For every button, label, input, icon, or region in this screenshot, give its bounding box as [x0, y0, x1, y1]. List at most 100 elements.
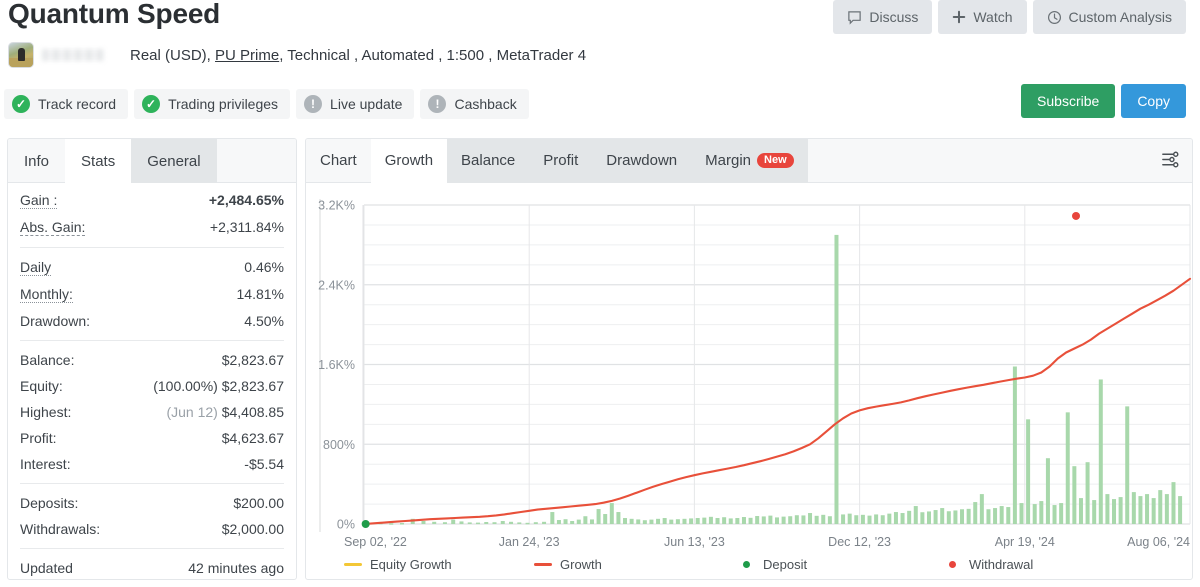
divider — [20, 548, 284, 549]
legend-label: Deposit — [763, 557, 807, 572]
stat-amount: $4,408.85 — [222, 404, 284, 420]
exclamation-circle-icon: ! — [304, 95, 322, 113]
stat-key: Deposits: — [20, 495, 78, 511]
page-header: Quantum Speed Discuss Watch Custom Analy… — [0, 0, 1200, 130]
legend-growth[interactable]: Growth — [534, 557, 738, 572]
svg-text:3.2K%: 3.2K% — [318, 199, 355, 213]
badge-track-record[interactable]: ✓ Track record — [4, 89, 128, 119]
verification-badges: ✓ Track record ✓ Trading privileges ! Li… — [4, 89, 529, 119]
stat-key: Equity: — [20, 378, 63, 394]
chart-settings-button[interactable] — [1154, 145, 1186, 177]
plus-icon — [952, 10, 966, 24]
stat-prefix: (100.00%) — [153, 378, 218, 394]
divider — [20, 340, 284, 341]
badge-label: Track record — [38, 96, 116, 112]
svg-text:1.6K%: 1.6K% — [318, 358, 355, 372]
chart-card: Chart Growth Balance Profit Drawdown Mar… — [305, 138, 1193, 580]
stat-prefix: (Jun 12) — [166, 404, 217, 420]
badge-cashback[interactable]: ! Cashback — [420, 89, 528, 119]
legend-label: Withdrawal — [969, 557, 1033, 572]
legend-deposit[interactable]: Deposit — [738, 557, 944, 572]
tab-margin[interactable]: Margin New — [691, 139, 807, 183]
copy-button[interactable]: Copy — [1121, 84, 1186, 118]
account-meta-row: Real (USD), PU Prime, Technical , Automa… — [8, 42, 586, 68]
badge-trading-privileges[interactable]: ✓ Trading privileges — [134, 89, 290, 119]
check-circle-icon: ✓ — [12, 95, 30, 113]
stat-value: 14.81% — [237, 286, 284, 302]
new-badge: New — [757, 153, 794, 168]
stat-value: 0.46% — [244, 259, 284, 275]
stat-value: +2,484.65% — [209, 192, 284, 208]
svg-text:Sep 02, '22: Sep 02, '22 — [344, 535, 407, 549]
subscribe-button[interactable]: Subscribe — [1021, 84, 1115, 118]
stat-row-deposits: Deposits: $200.00 — [20, 490, 284, 516]
stat-row-interest: Interest: -$5.54 — [20, 451, 284, 477]
cta-row: Subscribe Copy — [1021, 84, 1186, 118]
tab-info[interactable]: Info — [8, 139, 65, 183]
exclamation-circle-icon: ! — [428, 95, 446, 113]
stat-row-daily: Daily 0.46% — [20, 254, 284, 281]
growth-chart-svg[interactable]: 0%800%1.6K%2.4K%3.2K%Sep 02, '22Jan 24, … — [306, 183, 1193, 580]
account-type: Real (USD), — [130, 47, 211, 64]
stat-value: (Jun 12) $4,408.85 — [166, 404, 284, 420]
stats-list: Gain : +2,484.65% Abs. Gain: +2,311.84% … — [8, 183, 296, 580]
chart-legend: Equity Growth Growth Deposit Withdrawal — [306, 557, 1193, 572]
growth-chart: 0%800%1.6K%2.4K%3.2K%Sep 02, '22Jan 24, … — [306, 183, 1193, 580]
legend-equity-growth[interactable]: Equity Growth — [344, 557, 534, 572]
stat-key: Drawdown: — [20, 313, 90, 329]
page-title: Quantum Speed — [8, 0, 220, 30]
sliders-icon — [1160, 149, 1181, 173]
discuss-button[interactable]: Discuss — [833, 0, 932, 34]
divider — [20, 483, 284, 484]
stat-amount: $2,823.67 — [222, 378, 284, 394]
legend-label: Growth — [560, 557, 602, 572]
tab-general[interactable]: General — [131, 139, 216, 183]
legend-dot-icon — [949, 561, 956, 568]
stat-row-withdrawals: Withdrawals: $2,000.00 — [20, 516, 284, 542]
discuss-label: Discuss — [869, 9, 918, 25]
stat-key: Monthly: — [20, 286, 73, 303]
legend-withdrawal[interactable]: Withdrawal — [944, 557, 1033, 572]
badge-label: Live update — [330, 96, 402, 112]
watch-button[interactable]: Watch — [938, 0, 1026, 34]
tab-balance[interactable]: Balance — [447, 139, 529, 183]
stat-key: Profit: — [20, 430, 57, 446]
legend-line-icon — [344, 563, 362, 566]
account-meta-suffix: , Technical , Automated , 1:500 , MetaTr… — [279, 47, 586, 64]
stat-row-equity: Equity: (100.00%) $2,823.67 — [20, 373, 284, 399]
watch-label: Watch — [973, 9, 1012, 25]
legend-label: Equity Growth — [370, 557, 452, 572]
stat-row-drawdown: Drawdown: 4.50% — [20, 308, 284, 334]
stat-value: +2,311.84% — [210, 219, 284, 235]
custom-analysis-button[interactable]: Custom Analysis — [1033, 0, 1186, 34]
tab-growth[interactable]: Growth — [371, 139, 447, 183]
stat-key: Highest: — [20, 404, 71, 420]
stat-value: (100.00%) $2,823.67 — [153, 378, 284, 394]
svg-text:Apr 19, '24: Apr 19, '24 — [995, 535, 1055, 549]
username-redacted — [42, 49, 104, 61]
legend-line-icon — [534, 563, 552, 566]
tab-drawdown[interactable]: Drawdown — [592, 139, 691, 183]
stat-key: Balance: — [20, 352, 74, 368]
svg-text:800%: 800% — [323, 438, 355, 452]
badge-label: Cashback — [454, 96, 516, 112]
badge-live-update[interactable]: ! Live update — [296, 89, 414, 119]
tab-chart[interactable]: Chart — [306, 139, 371, 183]
stat-row-monthly: Monthly: 14.81% — [20, 281, 284, 308]
stat-value: 4.50% — [244, 313, 284, 329]
broker-link[interactable]: PU Prime — [215, 47, 279, 64]
clock-icon — [1047, 10, 1062, 25]
tab-stats[interactable]: Stats — [65, 139, 131, 183]
stat-value: $2,823.67 — [222, 352, 284, 368]
account-meta-text: Real (USD), PU Prime, Technical , Automa… — [130, 47, 586, 64]
tab-profit[interactable]: Profit — [529, 139, 592, 183]
svg-text:Aug 06, '24: Aug 06, '24 — [1127, 535, 1190, 549]
stat-row-profit: Profit: $4,623.67 — [20, 425, 284, 451]
svg-text:2.4K%: 2.4K% — [318, 278, 355, 292]
tab-margin-label: Margin — [705, 152, 751, 169]
avatar — [8, 42, 34, 68]
chart-tabs: Chart Growth Balance Profit Drawdown Mar… — [306, 139, 1192, 183]
stat-row-gain: Gain : +2,484.65% — [20, 187, 284, 214]
custom-analysis-label: Custom Analysis — [1069, 9, 1172, 25]
stat-value: $200.00 — [233, 495, 284, 511]
